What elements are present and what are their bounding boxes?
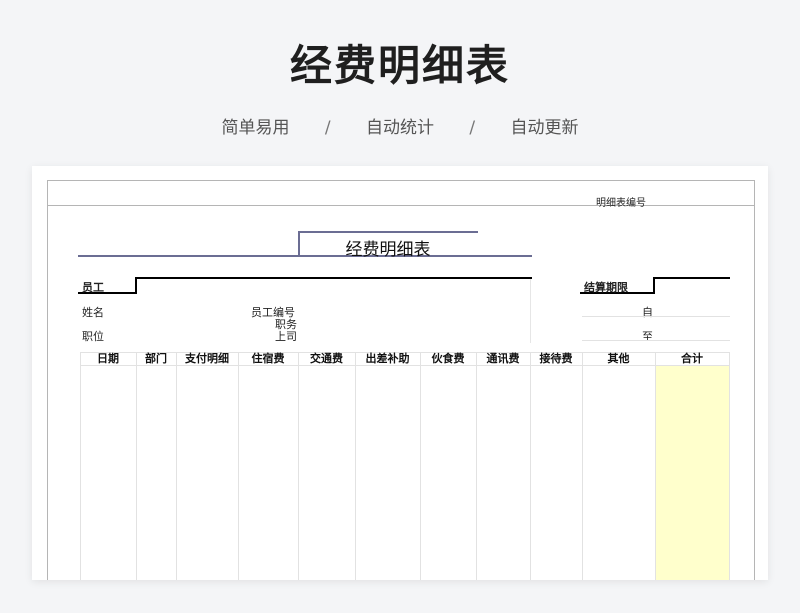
sheet-code-label: 明细表编号 xyxy=(596,198,646,209)
spreadsheet: 明细表编号 经费明细表 员工 结算期限 姓名 职位 员工编号 职务 上司 自 至 xyxy=(47,180,755,580)
total-column-fill xyxy=(655,366,730,580)
position-label: 职位 xyxy=(82,330,104,343)
header-divider xyxy=(48,205,754,206)
supervisor-label: 上司 xyxy=(275,330,297,343)
expense-table: 日期 部门 支付明细 住宿费 交通费 出差补助 伙食费 通讯费 接待费 其他 合… xyxy=(80,352,730,580)
page-title: 经费明细表 xyxy=(289,41,510,90)
tagline-separator: / xyxy=(469,118,476,138)
period-from-label: 自 xyxy=(642,306,653,319)
tagline-item-easy: 简单易用 xyxy=(221,118,290,138)
sheet-preview-card: 明细表编号 经费明细表 员工 结算期限 姓名 职位 员工编号 职务 上司 自 至 xyxy=(32,166,768,580)
column-header-travel-allowance: 出差补助 xyxy=(365,352,410,365)
tagline-item-auto-stats: 自动统计 xyxy=(366,118,434,138)
tagline: 简单易用 / 自动统计 / 自动更新 xyxy=(0,113,800,138)
tagline-separator: / xyxy=(324,118,331,138)
doc-title: 经费明细表 xyxy=(345,240,431,260)
column-header-lodging: 住宿费 xyxy=(251,352,285,365)
period-section-label: 结算期限 xyxy=(584,281,628,294)
column-header-transport: 交通费 xyxy=(310,352,343,365)
column-header-total: 合计 xyxy=(681,352,703,365)
employee-section-label: 员工 xyxy=(82,281,104,294)
column-header-entertainment: 接待费 xyxy=(539,352,573,365)
tagline-item-auto-update: 自动更新 xyxy=(510,118,579,138)
table-header-divider xyxy=(80,365,730,366)
column-header-other: 其他 xyxy=(607,352,630,365)
column-header-department: 部门 xyxy=(145,352,167,365)
employee-section-line xyxy=(78,277,532,294)
section-divider xyxy=(530,279,531,343)
period-from-line xyxy=(582,316,730,317)
column-header-date: 日期 xyxy=(97,352,119,365)
column-header-communication: 通讯费 xyxy=(486,352,520,365)
period-to-line xyxy=(582,340,730,341)
column-header-payment-detail: 支付明细 xyxy=(185,352,229,365)
period-to-label: 至 xyxy=(642,330,653,343)
column-header-meals: 伙食费 xyxy=(431,352,465,365)
name-label: 姓名 xyxy=(82,306,104,319)
